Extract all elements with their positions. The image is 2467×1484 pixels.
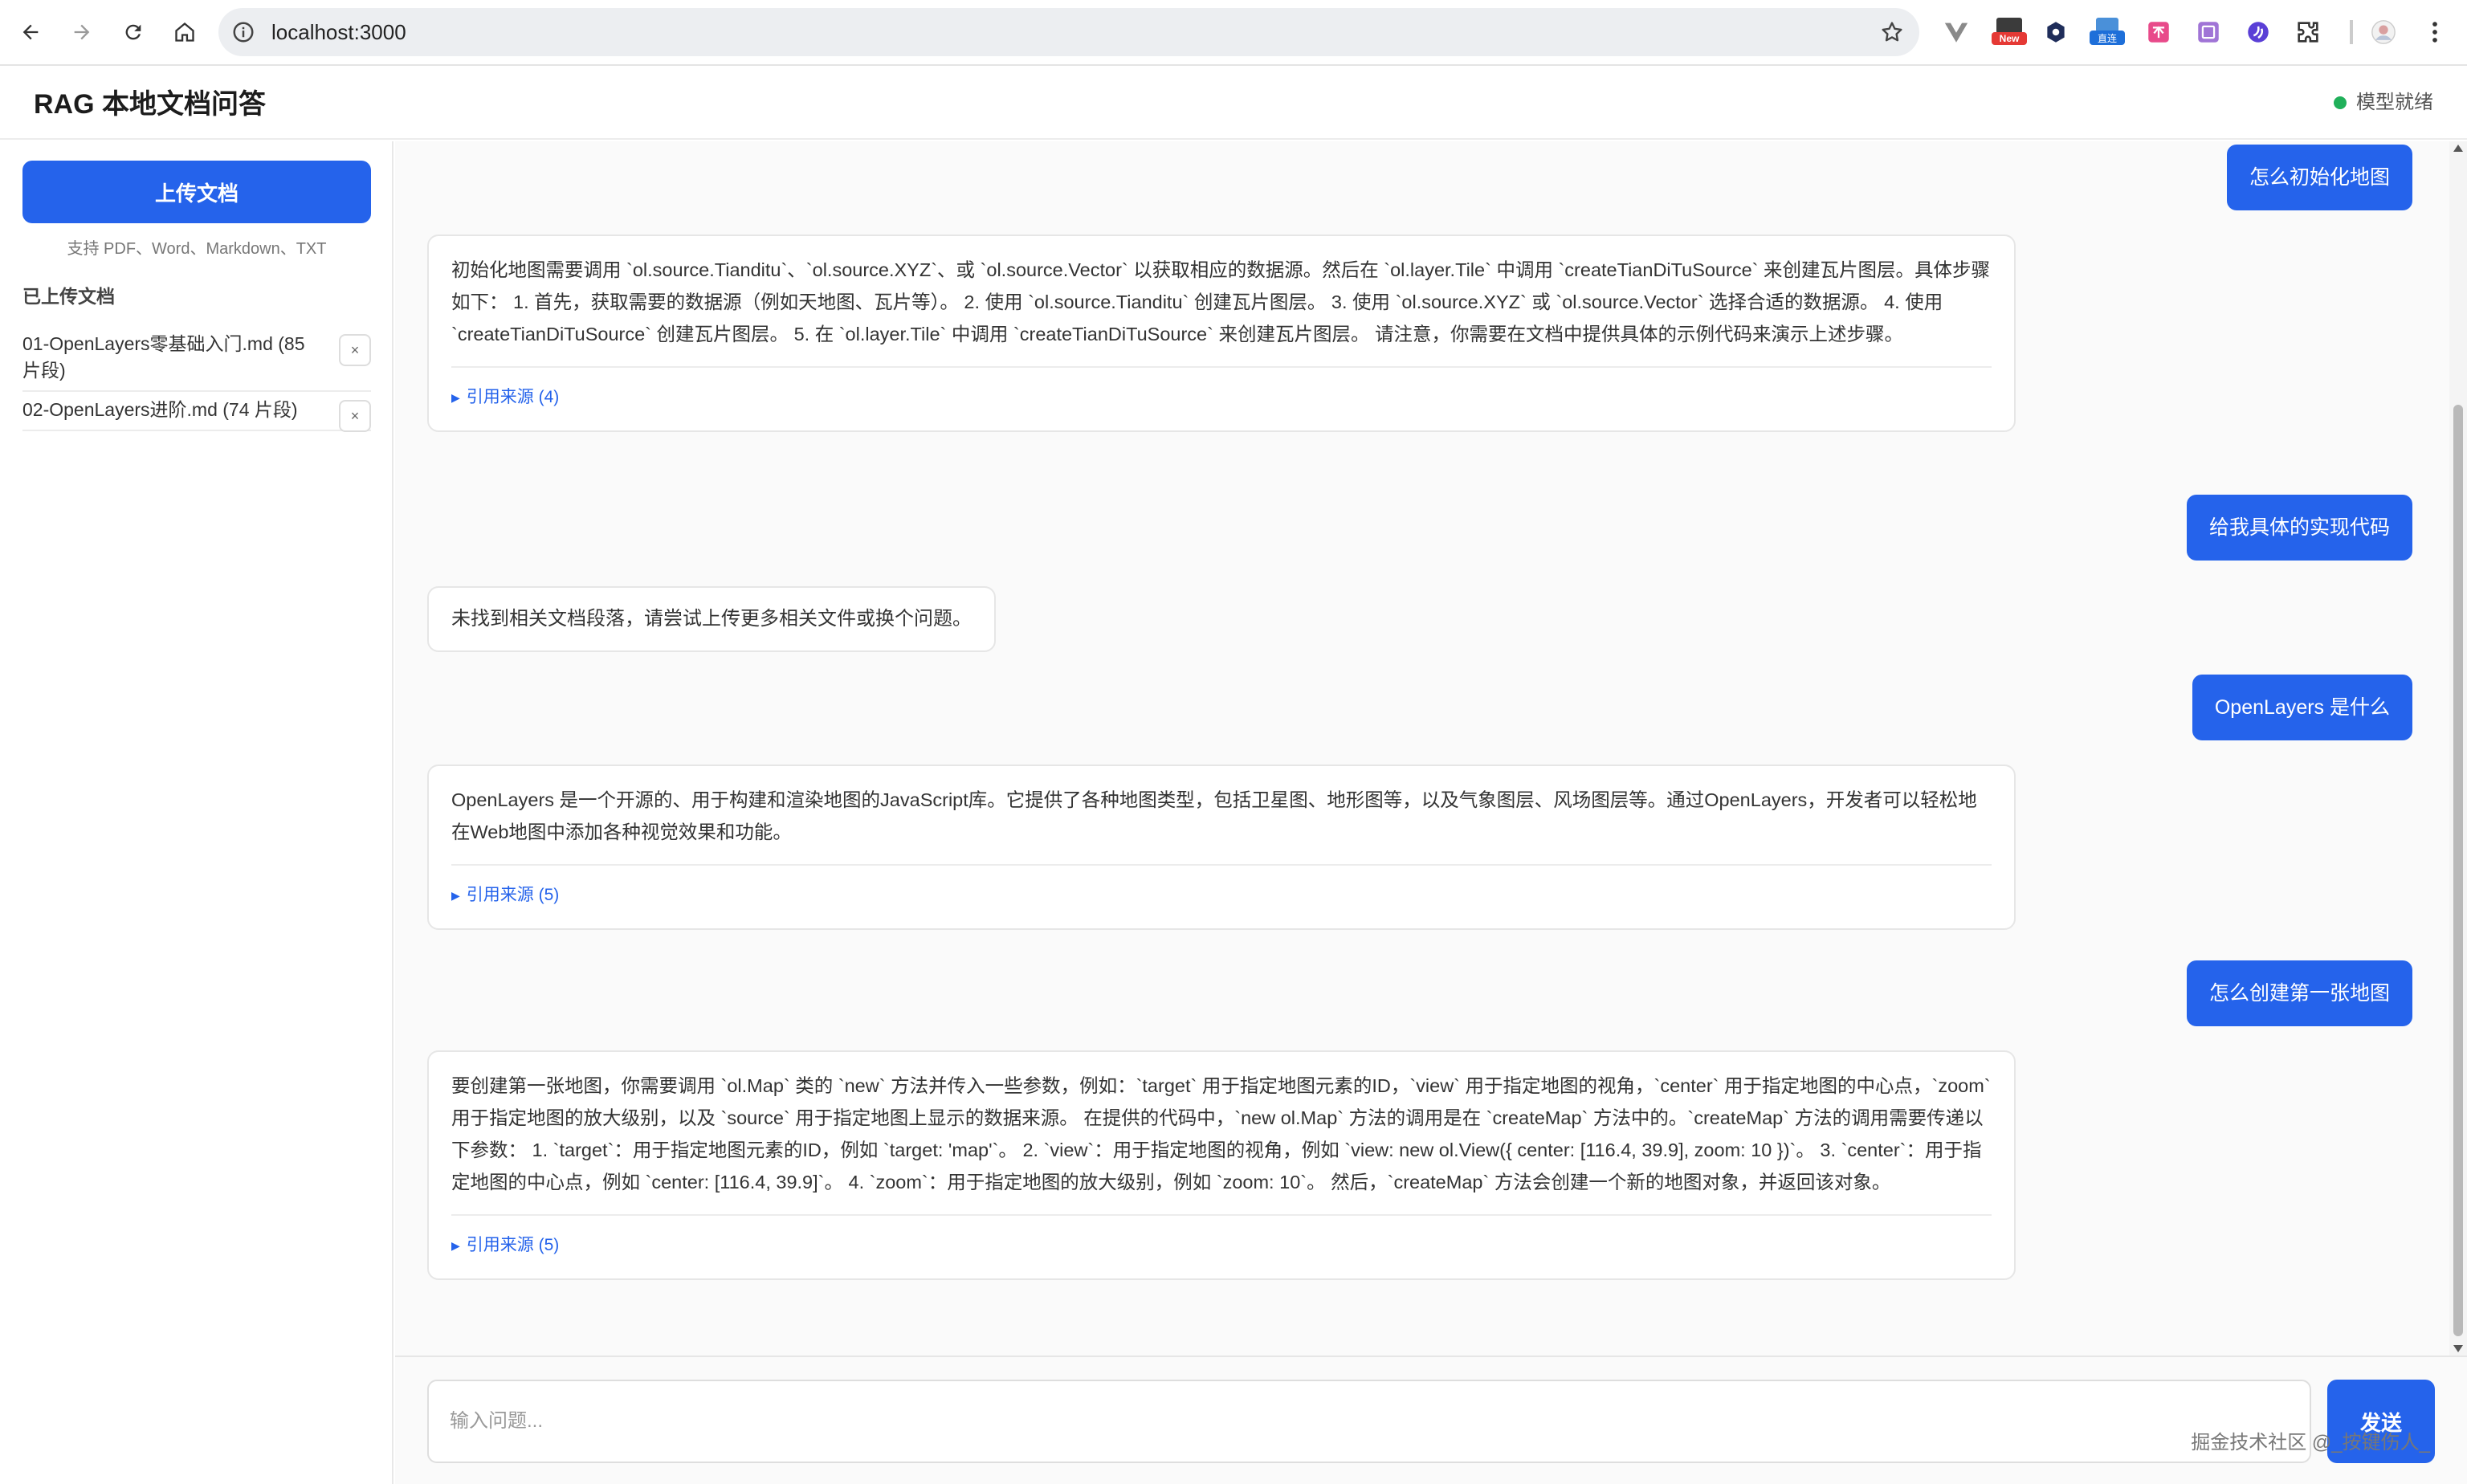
chat-scrollbar[interactable] — [2449, 141, 2467, 1356]
expand-triangle-icon: ▶ — [451, 889, 460, 902]
assistant-message-text: 要创建第一张地图，你需要调用 `ol.Map` 类的 `new` 方法并传入一些… — [451, 1075, 1991, 1192]
chat-messages: 怎么初始化地图 初始化地图需要调用 `ol.source.Tianditu`、`… — [395, 141, 2467, 1356]
user-message: 怎么创建第一张地图 — [2186, 960, 2412, 1026]
sources-label: 引用来源 (4) — [466, 388, 560, 406]
assistant-message: OpenLayers 是一个开源的、用于构建和渲染地图的JavaScript库。… — [427, 764, 2016, 930]
browser-toolbar: localhost:3000 New 直连 — [0, 0, 2467, 66]
reload-icon[interactable] — [117, 16, 149, 48]
user-message: 给我具体的实现代码 — [2186, 495, 2412, 561]
document-list: 01-OpenLayers零基础入门.md (85 片段) × 02-OpenL… — [22, 326, 371, 432]
expand-triangle-icon: ▶ — [451, 1239, 460, 1252]
scroll-up-arrow-icon[interactable] — [2453, 145, 2463, 152]
profile-avatar-icon[interactable] — [2369, 18, 2398, 47]
input-bar: 发送 掘金技术社区 @_按键伤人_ — [395, 1356, 2467, 1484]
page-title: RAG 本地文档问答 — [34, 89, 266, 120]
vue-devtools-icon[interactable] — [1942, 18, 1971, 47]
watermark: 掘金技术社区 @_按键伤人_ — [2191, 1432, 2430, 1453]
status-text: 模型就绪 — [2356, 92, 2433, 113]
question-input[interactable] — [427, 1380, 2311, 1463]
remove-document-button[interactable]: × — [339, 334, 371, 366]
site-info-icon[interactable] — [231, 20, 255, 44]
upload-document-button[interactable]: 上传文档 — [22, 161, 371, 223]
assistant-message-text: 初始化地图需要调用 `ol.source.Tianditu`、`ol.sourc… — [451, 259, 1991, 344]
direct-badge: 直连 — [2098, 32, 2117, 44]
sources-label: 引用来源 (5) — [466, 886, 560, 904]
home-icon[interactable] — [169, 16, 201, 48]
document-item: 02-OpenLayers进阶.md (74 片段) × — [22, 392, 371, 432]
back-icon[interactable] — [14, 16, 47, 48]
address-bar[interactable]: localhost:3000 — [218, 8, 1919, 56]
status-dot-icon — [2334, 96, 2347, 109]
document-item: 01-OpenLayers零基础入门.md (85 片段) × — [22, 326, 371, 392]
sources-toggle[interactable]: ▶ 引用来源 (4) — [451, 368, 1992, 430]
translate-extension-icon[interactable] — [2144, 18, 2173, 47]
toolbar-separator — [2350, 20, 2353, 44]
model-status: 模型就绪 — [2334, 90, 2433, 116]
sources-toggle[interactable]: ▶ 引用来源 (5) — [451, 866, 1992, 928]
extensions-puzzle-icon[interactable] — [2294, 18, 2322, 47]
expand-triangle-icon: ▶ — [451, 391, 460, 404]
assistant-message-text: OpenLayers 是一个开源的、用于构建和渲染地图的JavaScript库。… — [451, 789, 1977, 842]
user-message: OpenLayers 是什么 — [2192, 675, 2412, 740]
new-badge: New — [2000, 33, 2020, 44]
assistant-message: 要创建第一张地图，你需要调用 `ol.Map` 类的 `new` 方法并传入一些… — [427, 1050, 2016, 1280]
sources-toggle[interactable]: ▶ 引用来源 (5) — [451, 1216, 1992, 1278]
direct-connect-extension-icon[interactable]: 直连 — [2090, 18, 2125, 47]
bookmark-star-icon[interactable] — [1879, 19, 1905, 45]
hexagon-extension-icon[interactable] — [2041, 18, 2070, 47]
assistant-message: 初始化地图需要调用 `ol.source.Tianditu`、`ol.sourc… — [427, 234, 2016, 432]
sources-label: 引用来源 (5) — [466, 1236, 560, 1254]
document-name: 01-OpenLayers零基础入门.md (85 片段) — [22, 333, 305, 381]
forward-icon[interactable] — [66, 16, 98, 48]
swirl-extension-icon[interactable] — [2244, 18, 2273, 47]
scroll-down-arrow-icon[interactable] — [2453, 1345, 2463, 1352]
document-name: 02-OpenLayers进阶.md (74 片段) — [22, 399, 298, 420]
uploaded-docs-heading: 已上传文档 — [22, 286, 115, 307]
new-extension-icon[interactable]: New — [1992, 18, 2027, 47]
purple-extension-icon[interactable] — [2194, 18, 2223, 47]
browser-menu-icon[interactable] — [2420, 18, 2449, 47]
scrollbar-thumb[interactable] — [2453, 405, 2463, 1336]
sidebar: 上传文档 支持 PDF、Word、Markdown、TXT 已上传文档 01-O… — [0, 141, 393, 1484]
assistant-message: 未找到相关文档段落，请尝试上传更多相关文件或换个问题。 — [427, 586, 996, 652]
upload-hint: 支持 PDF、Word、Markdown、TXT — [67, 240, 327, 258]
app-header: RAG 本地文档问答 模型就绪 — [0, 67, 2467, 140]
user-message: 怎么初始化地图 — [2226, 145, 2412, 210]
remove-document-button[interactable]: × — [339, 400, 371, 432]
url-text: localhost:3000 — [271, 20, 406, 44]
